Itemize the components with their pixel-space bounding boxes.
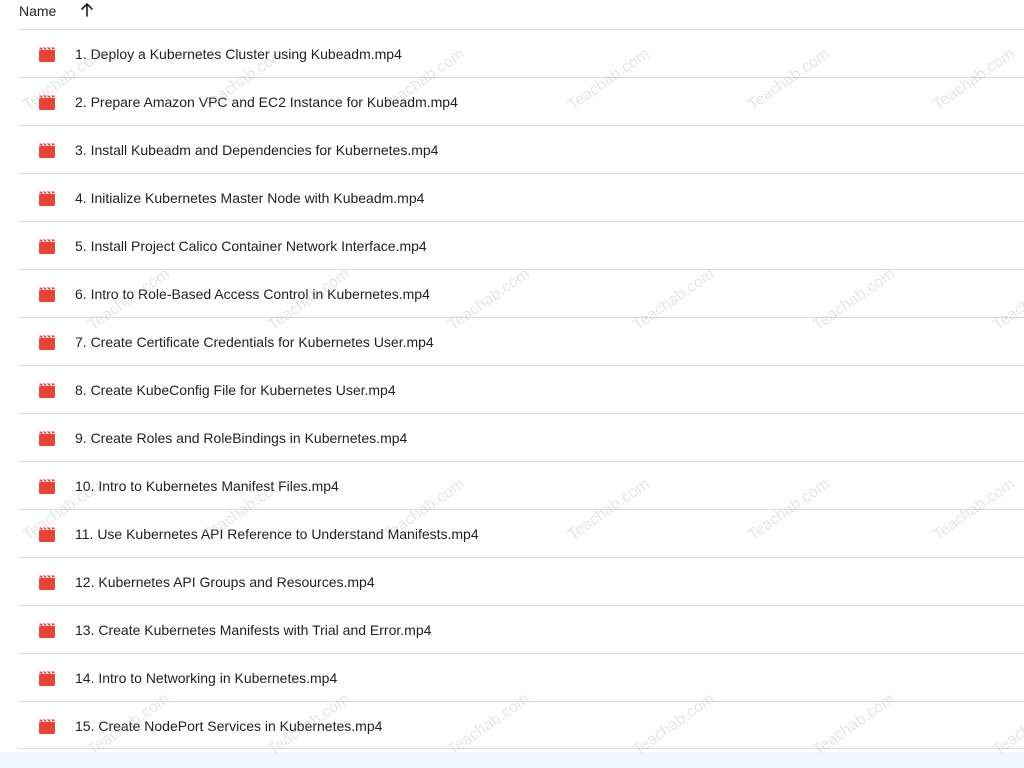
file-row-8[interactable]: 8. Create KubeConfig File for Kubernetes…	[18, 365, 1024, 413]
video-file-icon	[39, 575, 55, 590]
file-row-5[interactable]: 5. Install Project Calico Container Netw…	[18, 221, 1024, 269]
video-file-icon	[39, 431, 55, 446]
file-list: 1. Deploy a Kubernetes Cluster using Kub…	[18, 29, 1024, 749]
file-name: 14. Intro to Networking in Kubernetes.mp…	[75, 670, 338, 686]
file-name: 13. Create Kubernetes Manifests with Tri…	[75, 622, 432, 638]
video-file-icon	[39, 527, 55, 542]
file-row-1[interactable]: 1. Deploy a Kubernetes Cluster using Kub…	[18, 29, 1024, 77]
column-header: Name	[0, 0, 1024, 22]
video-file-icon	[39, 335, 55, 350]
file-name: 12. Kubernetes API Groups and Resources.…	[75, 574, 375, 590]
file-row-14[interactable]: 14. Intro to Networking in Kubernetes.mp…	[18, 653, 1024, 701]
video-file-icon	[39, 287, 55, 302]
file-row-12[interactable]: 12. Kubernetes API Groups and Resources.…	[18, 557, 1024, 605]
video-file-icon	[39, 95, 55, 110]
file-row-10[interactable]: 10. Intro to Kubernetes Manifest Files.m…	[18, 461, 1024, 509]
file-name: 1. Deploy a Kubernetes Cluster using Kub…	[75, 46, 402, 62]
video-file-icon	[39, 623, 55, 638]
file-name: 7. Create Certificate Credentials for Ku…	[75, 334, 434, 350]
file-row-6[interactable]: 6. Intro to Role-Based Access Control in…	[18, 269, 1024, 317]
file-name: 10. Intro to Kubernetes Manifest Files.m…	[75, 478, 339, 494]
file-name: 3. Install Kubeadm and Dependencies for …	[75, 142, 439, 158]
video-file-icon	[39, 239, 55, 254]
name-column-header[interactable]: Name	[19, 3, 56, 19]
file-name: 9. Create Roles and RoleBindings in Kube…	[75, 430, 408, 446]
video-file-icon	[39, 143, 55, 158]
video-file-icon	[39, 47, 55, 62]
video-file-icon	[39, 671, 55, 686]
file-name: 6. Intro to Role-Based Access Control in…	[75, 286, 430, 302]
file-name: 5. Install Project Calico Container Netw…	[75, 238, 427, 254]
video-file-icon	[39, 191, 55, 206]
file-name: 8. Create KubeConfig File for Kubernetes…	[75, 382, 396, 398]
file-name: 15. Create NodePort Services in Kubernet…	[75, 718, 383, 734]
file-row-11[interactable]: 11. Use Kubernetes API Reference to Unde…	[18, 509, 1024, 557]
file-row-2[interactable]: 2. Prepare Amazon VPC and EC2 Instance f…	[18, 77, 1024, 125]
file-row-3[interactable]: 3. Install Kubeadm and Dependencies for …	[18, 125, 1024, 173]
video-file-icon	[39, 479, 55, 494]
file-row-9[interactable]: 9. Create Roles and RoleBindings in Kube…	[18, 413, 1024, 461]
file-row-13[interactable]: 13. Create Kubernetes Manifests with Tri…	[18, 605, 1024, 653]
file-name: 4. Initialize Kubernetes Master Node wit…	[75, 190, 425, 206]
file-row-7[interactable]: 7. Create Certificate Credentials for Ku…	[18, 317, 1024, 365]
video-file-icon	[39, 719, 55, 734]
file-name: 2. Prepare Amazon VPC and EC2 Instance f…	[75, 94, 458, 110]
arrow-up-icon[interactable]	[80, 3, 94, 17]
file-row-15[interactable]: 15. Create NodePort Services in Kubernet…	[18, 701, 1024, 749]
file-name: 11. Use Kubernetes API Reference to Unde…	[75, 526, 479, 542]
footer-band	[0, 752, 1024, 768]
video-file-icon	[39, 383, 55, 398]
file-row-4[interactable]: 4. Initialize Kubernetes Master Node wit…	[18, 173, 1024, 221]
file-list-page: Name 1. Deploy a Kubernetes Cluster usin…	[0, 0, 1024, 768]
